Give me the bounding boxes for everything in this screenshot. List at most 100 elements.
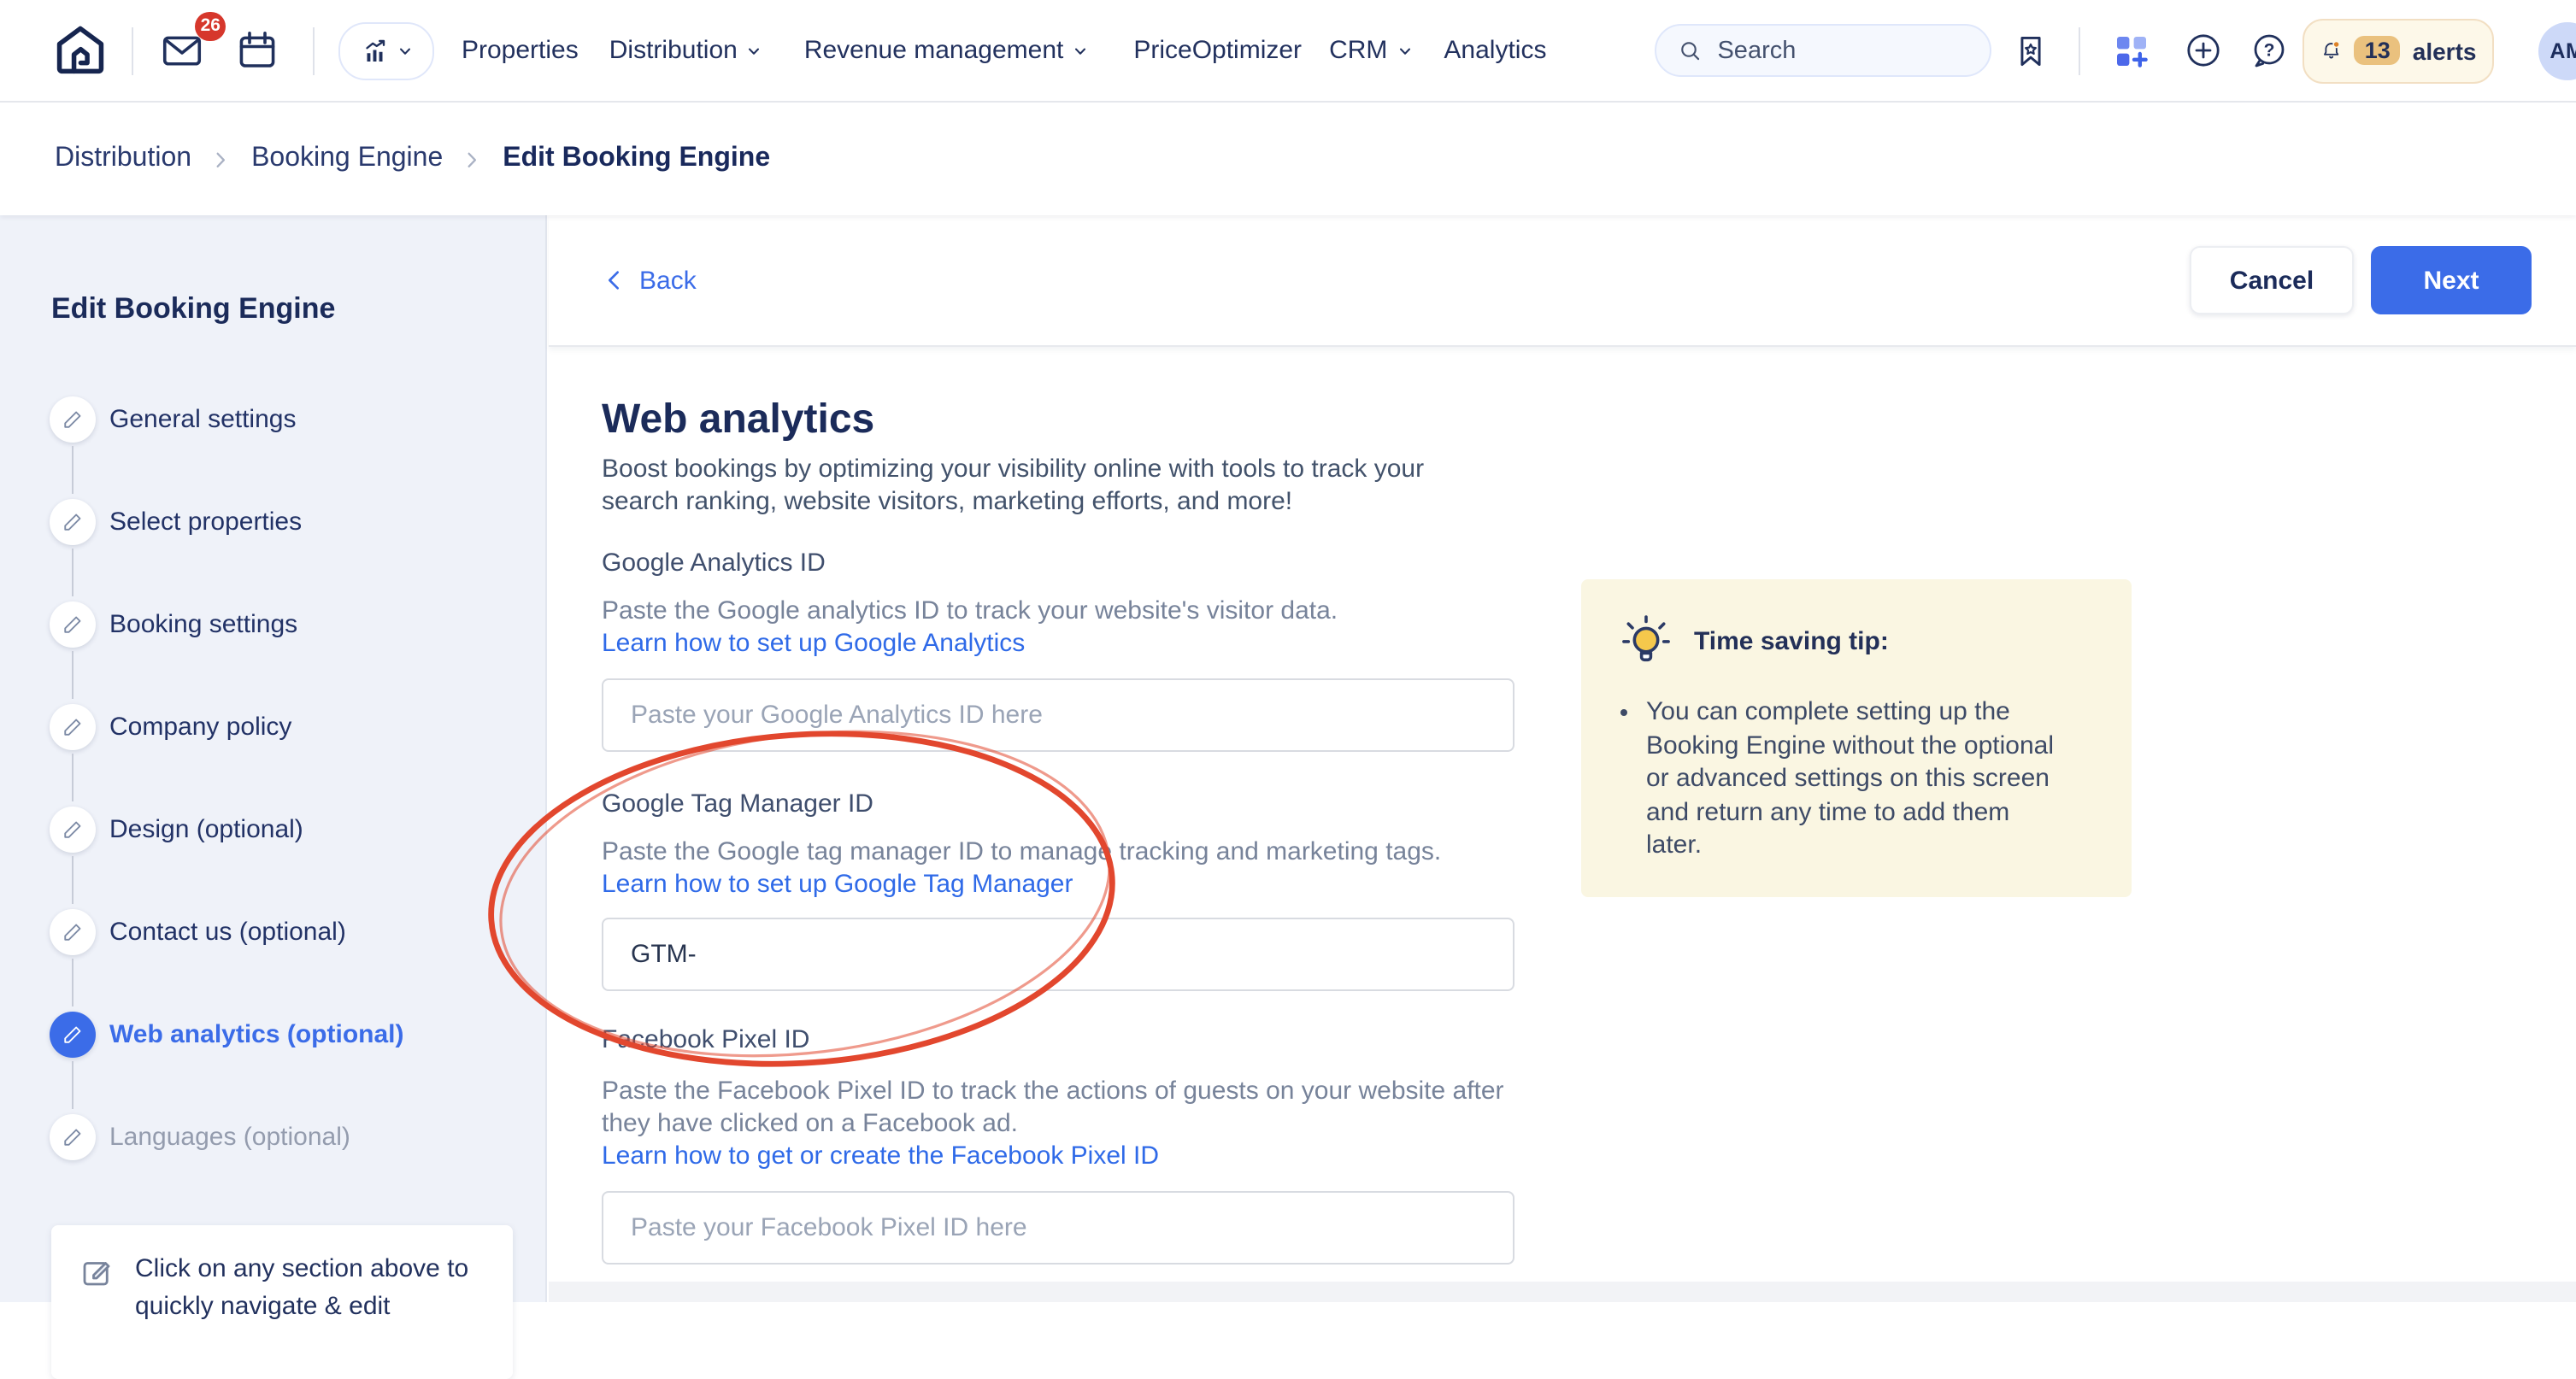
bookmark-button[interactable]: [2009, 23, 2050, 78]
breadcrumb-current-page: Edit Booking Engine: [503, 144, 770, 174]
step-booking-settings[interactable]: Booking settings: [0, 572, 545, 675]
divider: [2078, 26, 2079, 74]
calendar-button[interactable]: [229, 23, 284, 78]
time-saving-tip-box: Time saving tip: You can complete settin…: [1581, 579, 2132, 896]
pencil-icon: [50, 396, 96, 442]
chevron-right-icon: [210, 148, 232, 170]
nav-label: Analytics: [1444, 36, 1546, 65]
search-input[interactable]: Search: [1654, 24, 1991, 77]
pencil-icon: [50, 498, 96, 544]
field-description-text: Paste the Facebook Pixel ID to track the…: [602, 1077, 1504, 1138]
facebook-pixel-id-input[interactable]: [602, 1191, 1514, 1265]
divider: [313, 26, 315, 74]
tip-title: Time saving tip:: [1694, 626, 1889, 655]
step-select-properties[interactable]: Select properties: [0, 470, 545, 572]
apps-button[interactable]: [2110, 23, 2151, 78]
nav-item-priceoptimizer[interactable]: PriceOptimizer: [1133, 36, 1302, 65]
wizard-steps: General settings Select properties Booki…: [0, 367, 545, 1188]
content-bottom-gutter: [549, 1282, 2576, 1302]
apps-grid-icon: [2110, 30, 2151, 71]
bell-icon: [2319, 31, 2342, 70]
nav-item-analytics[interactable]: Analytics: [1444, 36, 1546, 65]
main-content: Back Cancel Next Web analytics Boost boo…: [549, 215, 2576, 1302]
step-label: General settings: [109, 404, 296, 433]
divider: [132, 26, 133, 74]
field-description: Paste the Facebook Pixel ID to track the…: [602, 1075, 1559, 1172]
step-general-settings[interactable]: General settings: [0, 367, 545, 470]
breadcrumb: Distribution Booking Engine Edit Booking…: [0, 103, 2576, 215]
search-icon: [1676, 37, 1703, 64]
edit-note-icon: [79, 1254, 115, 1290]
step-contact-us[interactable]: Contact us (optional): [0, 880, 545, 983]
nav-item-crm[interactable]: CRM: [1329, 36, 1413, 65]
step-company-policy[interactable]: Company policy: [0, 675, 545, 778]
alerts-button[interactable]: 13 alerts: [2302, 18, 2493, 83]
chevron-down-icon: [396, 42, 413, 59]
mail-button[interactable]: 26: [154, 23, 209, 78]
top-nav-bar: 26 Properties Distribution: [0, 0, 2576, 103]
calendar-icon: [233, 27, 279, 73]
field-label-google-analytics-id: Google Analytics ID: [602, 549, 2576, 579]
lightbulb-icon: [1615, 610, 1677, 672]
nav-label: Properties: [462, 36, 579, 65]
alerts-label: alerts: [2413, 37, 2477, 64]
pencil-icon: [50, 908, 96, 954]
chevron-left-icon: [602, 267, 629, 294]
breadcrumb-booking-engine[interactable]: Booking Engine: [251, 144, 443, 174]
back-label: Back: [639, 266, 697, 295]
field-label-facebook-pixel-id: Facebook Pixel ID: [602, 1025, 2576, 1056]
chevron-down-icon: [1072, 42, 1089, 59]
google-tag-manager-id-input[interactable]: [602, 918, 1514, 991]
help-bubble-icon: ?: [2247, 29, 2288, 72]
plus-circle-icon: [2182, 29, 2223, 72]
add-button[interactable]: [2182, 23, 2223, 78]
pencil-icon-active: [50, 1011, 96, 1057]
svg-text:?: ?: [2263, 40, 2274, 60]
nav-item-revenue-management[interactable]: Revenue management: [804, 36, 1090, 65]
performance-menu-button[interactable]: [338, 21, 434, 79]
chevron-down-icon: [746, 42, 763, 59]
breadcrumb-distribution[interactable]: Distribution: [55, 144, 191, 174]
back-button[interactable]: Back: [602, 266, 697, 295]
step-label: Contact us (optional): [109, 917, 346, 946]
nav-label: Revenue management: [804, 36, 1064, 65]
mail-badge: 26: [196, 11, 226, 40]
step-label: Select properties: [109, 507, 302, 536]
alerts-count: 13: [2355, 36, 2401, 65]
step-label: Design (optional): [109, 814, 303, 843]
performance-chart-icon: [360, 35, 391, 66]
nav-label: CRM: [1329, 36, 1387, 65]
tip-item: You can complete setting up the Booking …: [1646, 695, 2067, 862]
field-description: Paste the Google tag manager ID to manag…: [602, 836, 1559, 868]
nav-item-properties[interactable]: Properties: [462, 36, 579, 65]
pencil-icon: [50, 806, 96, 852]
cancel-button[interactable]: Cancel: [2190, 246, 2354, 314]
pencil-icon: [50, 1113, 96, 1159]
wizard-sidebar: Edit Booking Engine General settings Sel…: [0, 215, 547, 1302]
search-placeholder: Search: [1717, 37, 1796, 64]
user-avatar[interactable]: AM: [2538, 21, 2576, 79]
pencil-icon: [50, 703, 96, 749]
google-analytics-id-input[interactable]: [602, 678, 1514, 752]
step-label: Web analytics (optional): [109, 1019, 404, 1048]
tip-list: You can complete setting up the Booking …: [1615, 695, 2097, 862]
step-design[interactable]: Design (optional): [0, 778, 545, 880]
wizard-header: Back Cancel Next: [549, 215, 2576, 347]
chevron-right-icon: [462, 148, 484, 170]
sidebar-title: Edit Booking Engine: [51, 292, 545, 326]
link-setup-google-tag-manager[interactable]: Learn how to set up Google Tag Manager: [602, 868, 1073, 901]
sidebar-hint-text: Click on any section above to quickly na…: [135, 1251, 485, 1353]
home-logo-icon[interactable]: [51, 21, 109, 79]
nav-label: PriceOptimizer: [1133, 36, 1302, 65]
link-get-facebook-pixel-id[interactable]: Learn how to get or create the Facebook …: [602, 1140, 1159, 1172]
step-languages[interactable]: Languages (optional): [0, 1085, 545, 1188]
page-intro: Boost bookings by optimizing your visibi…: [602, 453, 1470, 518]
step-label: Languages (optional): [109, 1122, 350, 1151]
next-button[interactable]: Next: [2371, 246, 2532, 314]
step-label: Booking settings: [109, 609, 297, 638]
app-window: 26 Properties Distribution: [0, 0, 2576, 1302]
nav-item-distribution[interactable]: Distribution: [609, 36, 763, 65]
link-setup-google-analytics[interactable]: Learn how to set up Google Analytics: [602, 627, 1025, 660]
help-button[interactable]: ?: [2247, 23, 2288, 78]
step-web-analytics[interactable]: Web analytics (optional): [0, 983, 545, 1085]
